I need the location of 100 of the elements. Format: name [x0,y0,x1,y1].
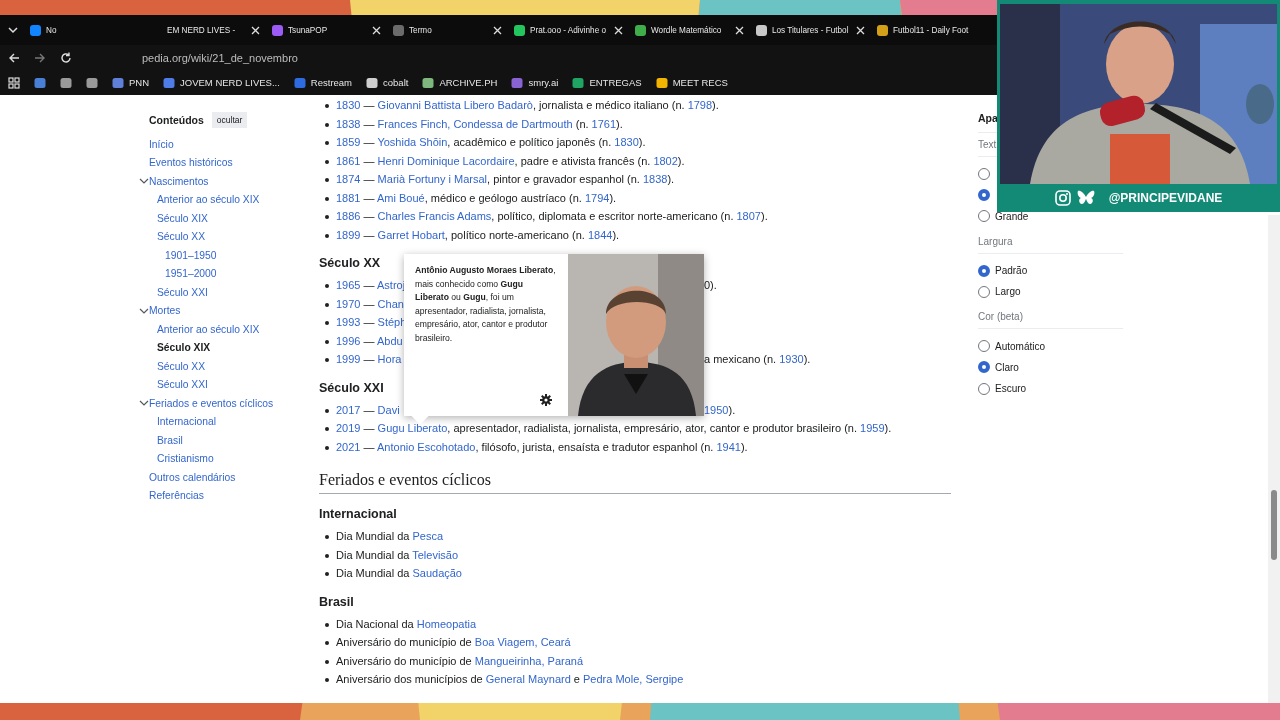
link[interactable]: 1838 [642,173,668,186]
toc-link[interactable]: Anterior ao século XIX [157,323,260,335]
toc-link[interactable]: Século XX [157,360,206,372]
settings-icon[interactable] [540,394,552,406]
link[interactable]: 1993 [336,316,361,329]
link[interactable]: Boa Viagem, Ceará [474,636,571,649]
bookmark[interactable]: Restream [293,76,353,89]
toc-link[interactable]: Internacional [157,416,216,428]
link[interactable]: 1950 [704,403,729,416]
link[interactable]: 1807 [736,210,761,223]
bookmark[interactable]: cobalt [366,76,409,89]
bookmark[interactable]: smry.ai [511,76,559,89]
link[interactable]: 1798 [687,99,713,112]
link[interactable]: 1881 [336,191,361,204]
link[interactable]: 1930 [779,353,804,366]
radio-button[interactable] [978,210,990,223]
toc-link[interactable]: Eventos históricos [149,157,233,169]
close-icon[interactable] [856,25,865,35]
link[interactable]: 1859 [336,136,361,149]
toc-link[interactable]: Mortes [149,305,181,317]
link[interactable]: Televisão [412,548,459,561]
link[interactable]: Pedra Mole, Sergipe [583,673,684,686]
link[interactable]: General Maynard [485,673,571,686]
toc-link[interactable]: Século XIX [157,212,208,224]
close-icon[interactable] [251,25,260,35]
toc-link[interactable]: Século XXI [157,286,208,298]
toc-link[interactable]: Referências [149,490,204,502]
toc-link[interactable]: Século XIX [157,342,211,354]
apps-icon[interactable] [8,76,20,89]
link[interactable]: Saudação [412,567,462,580]
link[interactable]: 1965 [336,279,361,292]
link[interactable]: 1941 [716,440,741,453]
close-icon[interactable] [735,25,744,35]
link[interactable]: Giovanni Battista Libero Badarò [377,99,533,112]
toc-link[interactable]: Anterior ao século XIX [157,194,260,206]
toc-link[interactable]: Século XX [157,231,206,243]
toc-link[interactable]: 1901–1950 [165,249,217,261]
close-icon[interactable] [493,25,502,35]
toc-link[interactable]: Brasil [157,434,183,446]
close-icon[interactable] [372,25,381,35]
link[interactable]: Garret Hobart [377,228,445,241]
link[interactable]: 1970 [336,297,361,310]
tab-list-icon[interactable] [6,25,20,35]
link[interactable]: 1886 [336,210,361,223]
link[interactable]: Mangueirinha, Paraná [474,654,584,667]
forward-icon[interactable] [34,51,46,64]
link[interactable]: 1959 [860,422,885,435]
browser-tab[interactable]: TsunaPOP [266,15,387,45]
scrollbar[interactable] [1268,215,1280,703]
link[interactable]: 1802 [653,154,678,167]
link[interactable]: Davi [377,403,400,416]
link[interactable]: Abdu [377,334,403,347]
link[interactable]: 1861 [336,154,361,167]
browser-tab[interactable]: Termo [387,15,508,45]
link[interactable]: Pesca [412,530,443,543]
link[interactable]: 1996 [336,334,361,347]
link[interactable]: Astroj [377,279,406,292]
chevron-icon[interactable] [139,306,149,315]
radio-button[interactable] [978,188,990,201]
link[interactable]: 2017 [336,403,361,416]
link[interactable]: 1761 [591,117,617,130]
chevron-icon[interactable] [139,177,149,186]
link[interactable]: 1830 [336,99,361,112]
toc-link[interactable]: Cristianismo [157,453,214,465]
back-icon[interactable] [8,51,20,64]
browser-tab[interactable]: Futbol11 - Daily Foot [871,15,992,45]
link[interactable]: 1999 [336,353,361,366]
link[interactable]: Homeopatia [416,617,477,630]
link[interactable]: 1899 [336,228,361,241]
radio-button[interactable] [978,340,990,353]
bookmark[interactable]: MEET RECS [655,76,728,89]
toc-link[interactable]: Início [149,138,174,150]
close-icon[interactable] [614,25,623,35]
toc-link[interactable]: Século XXI [157,379,208,391]
browser-tab[interactable]: Los Titulares - Futbol [750,15,871,45]
radio-button[interactable] [978,361,990,374]
browser-tab[interactable]: No [24,15,145,45]
browser-tab[interactable]: EM NERD LIVES - [145,15,266,45]
toc-link[interactable]: Feriados e eventos cíclicos [149,397,274,409]
bookmark[interactable]: JOVEM NERD LIVES... [163,76,280,89]
radio-button[interactable] [978,264,990,277]
bookmark[interactable]: PNN [112,76,150,89]
toc-link[interactable]: 1951–2000 [165,268,217,280]
reload-icon[interactable] [60,51,72,64]
link[interactable]: 1874 [336,173,361,186]
radio-button[interactable] [978,167,990,180]
link[interactable]: 1794 [584,191,610,204]
link[interactable]: 1844 [587,228,613,241]
link[interactable]: Chan [377,297,404,310]
radio-button[interactable] [978,382,990,395]
browser-tab[interactable]: Wordle Matemático [629,15,750,45]
link[interactable]: 1838 [336,117,361,130]
link[interactable]: Henri Dominique Lacordaire [377,154,515,167]
radio-button[interactable] [978,285,990,298]
link[interactable]: Hora [377,353,402,366]
browser-tab[interactable]: Prat.ooo - Adivinhe o [508,15,629,45]
link[interactable]: Ami Boué [377,191,425,204]
hide-button[interactable]: ocultar [211,112,248,128]
url-field[interactable]: pedia.org/wiki/21_de_novembro [142,51,298,64]
chevron-icon[interactable] [139,399,149,408]
